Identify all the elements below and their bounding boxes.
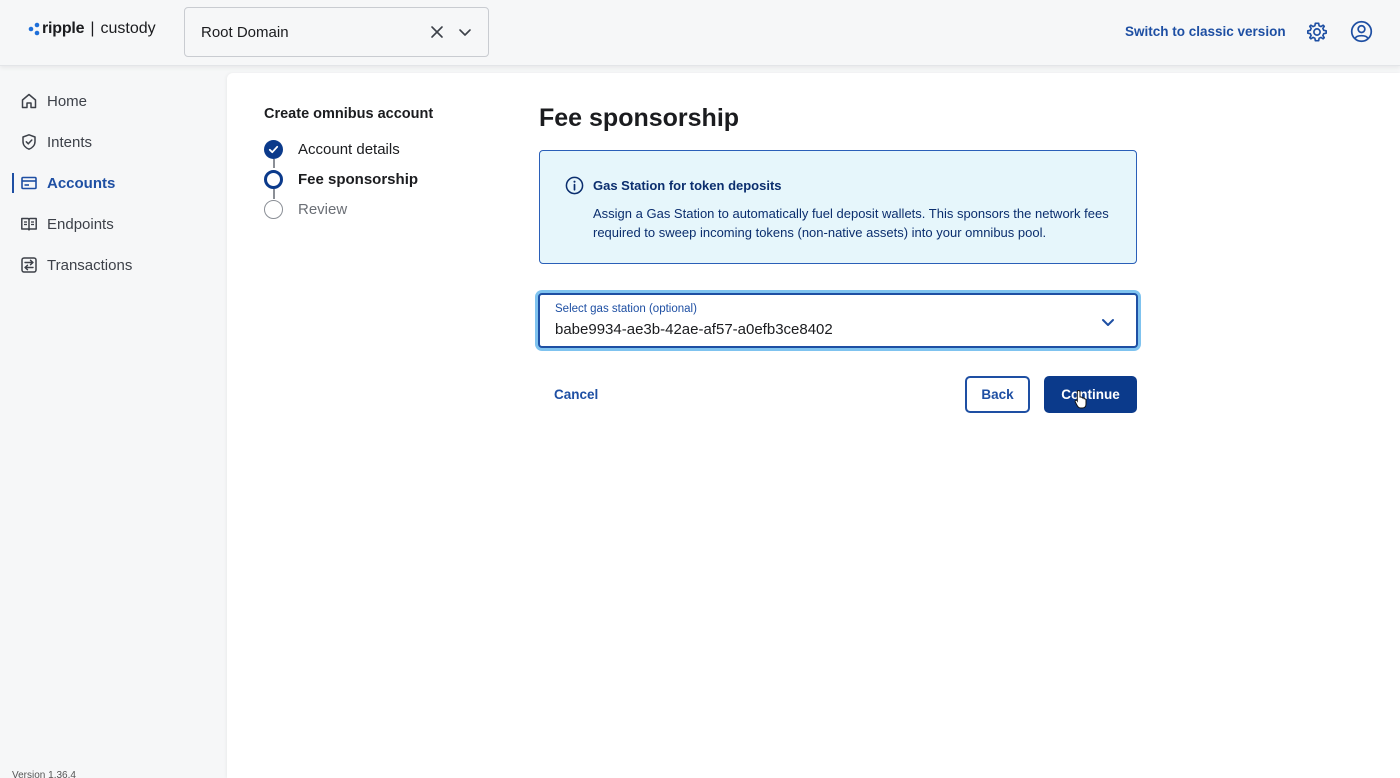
sidebar-item-endpoints[interactable]: Endpoints — [20, 213, 114, 235]
continue-button[interactable]: Continue — [1044, 376, 1137, 413]
sidebar-item-intents[interactable]: Intents — [20, 131, 92, 153]
close-icon[interactable] — [430, 25, 444, 39]
info-icon — [565, 176, 584, 195]
info-text: Assign a Gas Station to automatically fu… — [593, 206, 1109, 240]
version-label: Version 1.36.4 — [12, 770, 76, 778]
home-icon — [21, 93, 37, 109]
chevron-down-icon[interactable] — [458, 25, 472, 39]
page-title: Fee sponsorship — [539, 104, 740, 132]
info-banner: Gas Station for token deposits Assign a … — [539, 150, 1137, 264]
sidebar: Home Intents Accounts Endpoints Transact… — [0, 66, 227, 778]
active-indicator — [12, 173, 14, 193]
gas-station-select[interactable]: Select gas station (optional) babe9934-a… — [538, 293, 1138, 348]
logo[interactable]: ripple | custody — [28, 20, 156, 38]
check-icon — [264, 140, 283, 159]
sidebar-item-label: Intents — [47, 133, 93, 151]
shield-icon — [22, 134, 36, 150]
step-label: Review — [298, 201, 348, 218]
domain-select-value: Root Domain — [201, 23, 289, 41]
step-account-details: Account details — [264, 140, 400, 159]
info-title: Gas Station for token deposits — [593, 178, 782, 193]
user-circle-icon[interactable] — [1350, 20, 1373, 43]
sidebar-item-label: Transactions — [47, 256, 133, 274]
sidebar-item-label: Home — [47, 92, 88, 110]
pending-step-icon — [264, 200, 283, 219]
domain-select[interactable]: Root Domain — [184, 7, 489, 57]
main-panel: Create omnibus account Account details F… — [227, 73, 1400, 778]
logo-brand: ripple — [42, 20, 85, 37]
step-review: Review — [264, 200, 347, 219]
cancel-button[interactable]: Cancel — [540, 376, 612, 413]
gas-station-select-value: babe9934-ae3b-42ae-af57-a0efb3ce8402 — [555, 321, 833, 338]
switch-classic-link[interactable]: Switch to classic version — [1125, 24, 1286, 39]
card-icon — [21, 176, 37, 190]
step-fee-sponsorship: Fee sponsorship — [264, 170, 418, 189]
step-label: Account details — [298, 141, 400, 158]
ripple-logo-icon — [28, 22, 40, 36]
transfer-icon — [21, 257, 37, 273]
stepper-title: Create omnibus account — [264, 106, 434, 122]
step-connector — [273, 159, 275, 168]
gear-icon[interactable] — [1306, 21, 1328, 43]
step-label: Fee sponsorship — [298, 171, 419, 188]
book-icon — [21, 217, 37, 231]
chevron-down-icon[interactable] — [1101, 315, 1115, 329]
sidebar-item-transactions[interactable]: Transactions — [20, 254, 132, 276]
logo-separator: | — [90, 20, 95, 37]
gas-station-select-label: Select gas station (optional) — [555, 303, 697, 315]
step-connector — [273, 189, 275, 199]
top-bar: ripple | custody Root Domain Switch to c… — [0, 0, 1400, 66]
hand-cursor-icon — [1074, 389, 1087, 409]
back-button[interactable]: Back — [965, 376, 1030, 413]
sidebar-item-home[interactable]: Home — [20, 90, 87, 112]
logo-product: custody — [100, 20, 156, 37]
sidebar-item-label: Endpoints — [47, 215, 114, 233]
sidebar-item-accounts[interactable]: Accounts — [20, 172, 115, 194]
current-step-icon — [264, 170, 283, 189]
sidebar-item-label: Accounts — [47, 174, 116, 192]
